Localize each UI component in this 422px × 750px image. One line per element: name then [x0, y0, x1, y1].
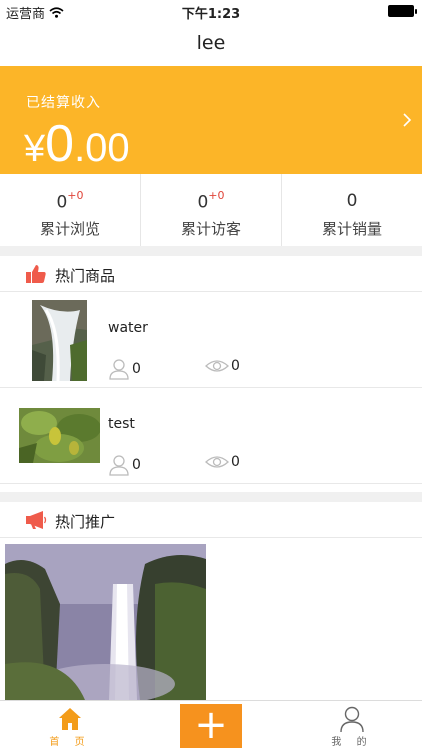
likes-count: 0	[132, 457, 141, 473]
likes-count: 0	[132, 361, 141, 377]
stat-value: 0	[346, 191, 358, 211]
tab-mine-label: 我 的	[331, 737, 373, 748]
stat-value: 0+0	[56, 189, 84, 213]
views-count: 0	[231, 358, 240, 374]
battery-icon	[388, 5, 417, 17]
product-views: 0	[205, 454, 240, 470]
stat-label: 累计访客	[180, 220, 241, 238]
chevron-right-icon	[403, 113, 412, 127]
stat-sales: 0 累计销量	[281, 174, 422, 246]
income-label: 已结算收入	[26, 95, 101, 111]
product-likes: 0	[108, 454, 141, 476]
stat-delta: +0	[67, 189, 84, 202]
profile-icon	[340, 706, 364, 733]
tab-bar: 首 页 + 我 的	[0, 700, 422, 750]
home-icon	[59, 708, 81, 730]
eye-icon	[205, 360, 229, 372]
product-views: 0	[205, 358, 240, 374]
currency-symbol: ¥	[24, 128, 46, 170]
hot-promo-header: 热门推广	[0, 502, 422, 538]
user-icon	[109, 455, 129, 476]
hot-promo-title: 热门推广	[55, 513, 116, 531]
nav-title: lee	[196, 32, 226, 54]
user-icon	[109, 359, 129, 380]
amount-integer: 0	[45, 115, 75, 173]
stats-row: 0+0 累计浏览 0+0 累计访客 0 累计销量	[0, 174, 422, 246]
product-likes: 0	[108, 358, 141, 380]
megaphone-icon	[26, 511, 47, 529]
tab-mine[interactable]: 我 的	[322, 701, 382, 750]
thumbs-up-icon	[26, 265, 46, 283]
eye-icon	[205, 456, 229, 468]
income-banner[interactable]: 已结算收入 ¥0.00	[0, 66, 422, 174]
product-name: water	[108, 320, 148, 336]
product-item[interactable]: water 0 0	[0, 292, 422, 388]
product-thumbnail	[32, 300, 87, 381]
stat-label: 累计销量	[321, 220, 382, 238]
stat-delta: +0	[208, 189, 225, 202]
views-count: 0	[231, 454, 240, 470]
divider	[0, 246, 422, 256]
stat-label: 累计浏览	[39, 220, 100, 238]
add-button[interactable]: +	[180, 704, 242, 748]
app-screen: 运营商 下午1:23 lee 已结算收入 ¥0.00 0+0 累计浏览 0+0 …	[0, 0, 422, 750]
product-name: test	[108, 416, 135, 432]
product-item[interactable]: test 0 0	[0, 388, 422, 484]
hot-products-header: 热门商品	[0, 256, 422, 292]
stat-visitors: 0+0 累计访客	[140, 174, 281, 246]
amount-decimal: .00	[74, 126, 130, 170]
promo-image[interactable]	[5, 544, 206, 700]
status-bar: 运营商 下午1:23	[0, 0, 422, 22]
product-thumbnail	[19, 408, 100, 463]
divider	[0, 492, 422, 502]
tab-home[interactable]: 首 页	[40, 701, 100, 750]
income-amount: ¥0.00	[24, 114, 130, 174]
hot-products-title: 热门商品	[55, 267, 116, 285]
stat-views: 0+0 累计浏览	[0, 174, 140, 246]
tab-home-label: 首 页	[49, 737, 91, 748]
status-time: 下午1:23	[181, 7, 241, 22]
stat-value: 0+0	[197, 189, 225, 213]
